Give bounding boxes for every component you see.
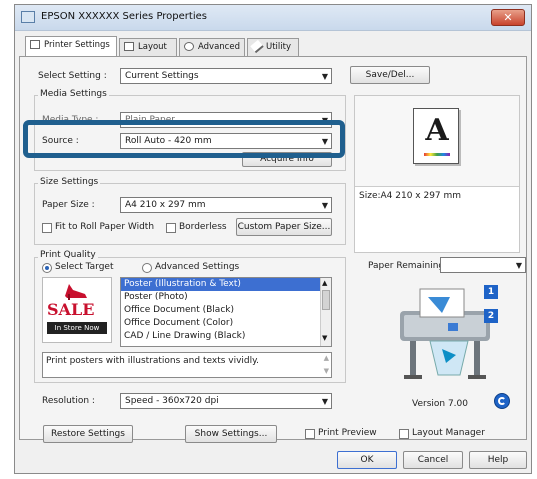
borderless-checkbox[interactable] [166, 223, 176, 233]
description-text: Print posters with illustrations and tex… [46, 356, 260, 366]
dropdown-arrow-icon: ▼ [515, 261, 522, 270]
select-setting-dropdown[interactable]: Current Settings ▼ [120, 68, 332, 84]
media-settings-label: Media Settings [38, 89, 109, 99]
size-settings-label: Size Settings [38, 177, 101, 187]
printer-icon [21, 11, 35, 23]
paper-remaining-dropdown[interactable]: ▼ [440, 257, 526, 273]
wrench-icon [250, 39, 264, 54]
fit-to-roll-label: Fit to Roll Paper Width [55, 222, 155, 232]
scroll-down-icon: ▼ [323, 367, 329, 375]
epson-update-icon[interactable] [494, 393, 510, 409]
list-item[interactable]: Office Document (Color) [121, 317, 331, 330]
sale-text: SALE [47, 300, 95, 319]
description-box: Print posters with illustrations and tex… [42, 352, 332, 378]
resolution-value: Speed - 360x720 dpi [125, 396, 219, 406]
layout-manager-label: Layout Manager [412, 428, 485, 438]
tab-layout[interactable]: Layout [119, 38, 177, 56]
dropdown-arrow-icon: ▼ [321, 397, 328, 406]
paper-size-value: A4 210 x 297 mm [125, 200, 206, 210]
printer-settings-panel: Select Setting : Current Settings ▼ Save… [19, 56, 527, 440]
list-item[interactable]: CAD / Line Drawing (Black) [121, 330, 331, 343]
paper-size-dropdown[interactable]: A4 210 x 297 mm ▼ [120, 197, 332, 213]
save-del-button[interactable]: Save/Del... [350, 66, 430, 84]
advanced-settings-radio[interactable] [142, 263, 152, 273]
title-bar: EPSON XXXXXX Series Properties ✕ [15, 5, 531, 31]
restore-settings-button[interactable]: Restore Settings [43, 425, 133, 443]
scroll-down-icon[interactable]: ▼ [322, 334, 327, 342]
select-setting-label: Select Setting : [38, 71, 107, 81]
target-list-items: Poster (Illustration & Text) Poster (Phot… [121, 278, 331, 343]
list-item[interactable]: Office Document (Black) [121, 304, 331, 317]
tab-utility[interactable]: Utility [247, 38, 299, 56]
scroll-up-icon[interactable]: ▲ [322, 279, 327, 287]
preview-area: A Size:A4 210 x 297 mm [354, 95, 520, 253]
select-setting-value: Current Settings [125, 71, 199, 81]
roll-2-badge: 2 [484, 309, 498, 323]
close-button[interactable]: ✕ [491, 9, 525, 26]
select-target-radio[interactable] [42, 263, 52, 273]
cancel-button[interactable]: Cancel [403, 451, 463, 469]
tab-label: Layout [138, 42, 167, 52]
layout-icon [124, 42, 134, 51]
printer-icon [30, 40, 40, 49]
help-button[interactable]: Help [469, 451, 527, 469]
properties-window: EPSON XXXXXX Series Properties ✕ Printer… [14, 4, 532, 474]
paper-preview: A [413, 108, 459, 164]
ok-button[interactable]: OK [337, 451, 397, 469]
resolution-label: Resolution : [42, 396, 95, 406]
advanced-settings-label: Advanced Settings [155, 262, 240, 272]
refresh-icon [498, 397, 506, 405]
tab-printer-settings[interactable]: Printer Settings [25, 36, 117, 56]
dropdown-arrow-icon: ▼ [321, 201, 328, 210]
advanced-icon [184, 42, 194, 51]
source-highlight-box [23, 120, 345, 158]
paper-remaining-label: Paper Remaining : [368, 261, 451, 271]
borderless-label: Borderless [179, 222, 227, 232]
size-info-text: Size:A4 210 x 297 mm [359, 191, 462, 201]
version-text: Version 7.00 [412, 399, 468, 409]
dropdown-arrow-icon: ▼ [321, 72, 328, 81]
show-settings-button[interactable]: Show Settings... [185, 425, 277, 443]
tab-advanced[interactable]: Advanced [179, 38, 245, 56]
target-list[interactable]: Poster (Illustration & Text) Poster (Phot… [120, 277, 332, 347]
size-info-box: Size:A4 210 x 297 mm [355, 186, 519, 252]
list-item[interactable]: Poster (Illustration & Text) [121, 278, 331, 291]
printer-illustration: 1 2 [390, 283, 504, 387]
target-thumbnail: SALE In Store Now [42, 277, 112, 343]
print-preview-checkbox[interactable] [305, 429, 315, 439]
custom-paper-size-button[interactable]: Custom Paper Size... [236, 218, 332, 236]
fit-to-roll-checkbox[interactable] [42, 223, 52, 233]
resolution-dropdown[interactable]: Speed - 360x720 dpi ▼ [120, 393, 332, 409]
select-target-label: Select Target [55, 262, 114, 272]
list-scrollbar[interactable]: ▲ ▼ [320, 278, 331, 346]
tab-label: Printer Settings [44, 40, 110, 50]
roll-1-badge: 1 [484, 285, 498, 299]
tab-label: Advanced [198, 42, 240, 52]
high-heel-icon [63, 280, 89, 300]
list-item[interactable]: Poster (Photo) [121, 291, 331, 304]
preview-glyph: A [425, 113, 449, 148]
paper-size-label: Paper Size : [42, 200, 95, 210]
window-title: EPSON XXXXXX Series Properties [41, 11, 207, 22]
print-quality-label: Print Quality [38, 250, 98, 260]
tab-label: Utility [266, 42, 292, 52]
layout-manager-checkbox[interactable] [399, 429, 409, 439]
scroll-up-icon: ▲ [323, 354, 329, 362]
in-store-text: In Store Now [47, 322, 107, 334]
color-bar-icon [424, 153, 450, 156]
scroll-thumb[interactable] [322, 290, 330, 310]
print-preview-label: Print Preview [318, 428, 377, 438]
